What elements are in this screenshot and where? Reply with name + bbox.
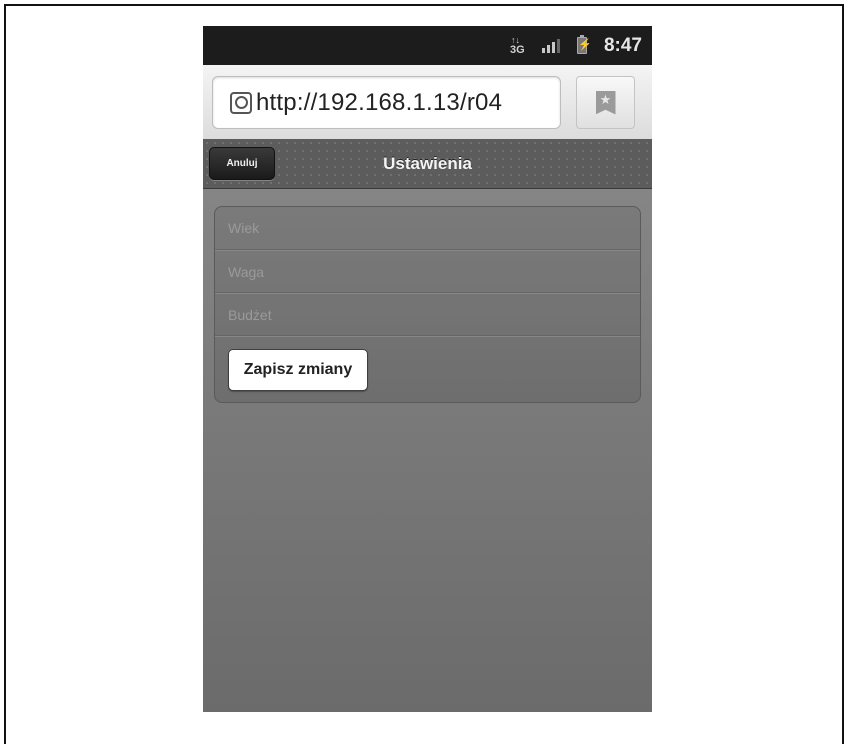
globe-icon <box>230 91 252 114</box>
bookmark-button[interactable]: ★ <box>576 76 635 129</box>
weight-field-row <box>215 250 640 293</box>
age-input[interactable] <box>228 220 640 236</box>
phone-screen: ↑↓ 3G 8:47 http://192.168.1.13/r04 ★ Anu… <box>203 26 652 712</box>
network-3g-icon: ↑↓ 3G <box>509 34 525 56</box>
url-field[interactable]: http://192.168.1.13/r04 <box>212 76 561 129</box>
page-header: Anuluj Ustawienia <box>203 139 652 189</box>
bookmark-star-icon: ★ <box>595 90 616 115</box>
battery-charging-icon <box>576 35 592 54</box>
status-time: 8:47 <box>603 34 642 56</box>
settings-form: Zapisz zmiany <box>214 206 641 403</box>
url-text: http://192.168.1.13/r04 <box>256 88 503 116</box>
cancel-button[interactable]: Anuluj <box>209 147 275 180</box>
age-field-row <box>215 207 640 250</box>
budget-field-row <box>215 293 640 336</box>
signal-strength-icon <box>541 38 560 53</box>
weight-input[interactable] <box>228 263 640 280</box>
browser-toolbar: http://192.168.1.13/r04 ★ <box>203 65 652 139</box>
budget-input[interactable] <box>228 306 640 323</box>
save-changes-button[interactable]: Zapisz zmiany <box>228 349 368 391</box>
save-row: Zapisz zmiany <box>215 336 640 402</box>
status-bar: ↑↓ 3G 8:47 <box>203 26 652 65</box>
